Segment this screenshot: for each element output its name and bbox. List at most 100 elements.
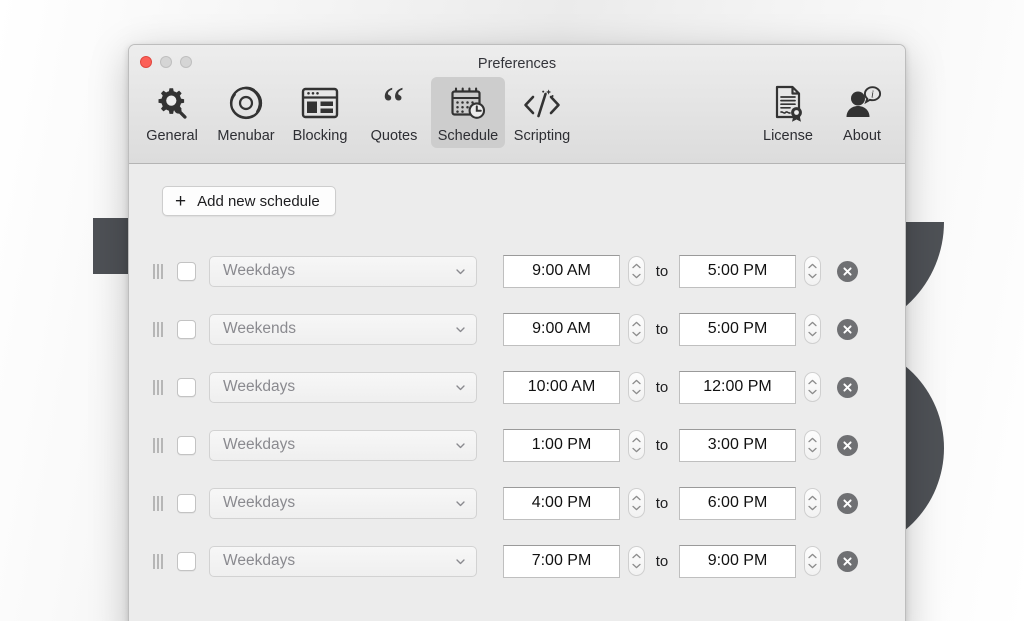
stepper-up-icon xyxy=(808,495,817,501)
end-time-field[interactable]: 3:00 PM xyxy=(679,428,796,462)
schedule-enabled-checkbox[interactable] xyxy=(177,551,196,571)
preferences-window: Preferences General Menubar Blocking “ Q… xyxy=(128,44,906,621)
start-time-field[interactable]: 4:00 PM xyxy=(503,486,620,520)
schedule-enabled-checkbox[interactable] xyxy=(177,377,196,397)
days-dropdown-value: Weekends xyxy=(223,320,296,337)
window-layout-icon xyxy=(297,83,343,125)
delete-schedule-button[interactable] xyxy=(837,434,858,456)
quote-marks-icon: “ xyxy=(382,76,406,132)
delete-schedule-button[interactable] xyxy=(837,550,858,572)
schedule-row: Weekdays 9:00 AM to 5:00 PM xyxy=(129,242,905,300)
days-dropdown[interactable]: Weekdays xyxy=(209,545,477,577)
tab-schedule-label: Schedule xyxy=(437,128,499,144)
drag-handle-icon[interactable] xyxy=(153,553,169,569)
start-time-field[interactable]: 9:00 AM xyxy=(503,254,620,288)
certificate-icon xyxy=(765,83,811,125)
window-chrome: Preferences General Menubar Blocking “ Q… xyxy=(129,45,905,164)
delete-schedule-button[interactable] xyxy=(837,376,858,398)
end-time-stepper[interactable] xyxy=(804,488,821,518)
stepper-up-icon xyxy=(632,495,641,501)
close-icon xyxy=(843,556,852,566)
start-time-stepper[interactable] xyxy=(628,546,645,576)
schedule-pane: + Add new schedule Weekdays 9:00 AM to 5… xyxy=(129,164,905,621)
days-dropdown[interactable]: Weekdays xyxy=(209,371,477,403)
stepper-up-icon xyxy=(632,321,641,327)
add-new-schedule-button[interactable]: + Add new schedule xyxy=(162,186,336,216)
end-time-field[interactable]: 5:00 PM xyxy=(679,312,796,346)
plus-icon: + xyxy=(175,190,187,212)
schedule-row: Weekends 9:00 AM to 5:00 PM xyxy=(129,300,905,358)
stepper-up-icon xyxy=(632,553,641,559)
start-time-field[interactable]: 10:00 AM xyxy=(503,370,620,404)
stepper-down-icon xyxy=(808,331,817,337)
tab-menubar[interactable]: Menubar xyxy=(209,77,283,148)
schedule-enabled-checkbox[interactable] xyxy=(177,493,196,513)
tab-quotes[interactable]: “ Quotes xyxy=(357,77,431,148)
tab-general-label: General xyxy=(146,128,198,144)
drag-handle-icon[interactable] xyxy=(153,437,169,453)
schedule-enabled-checkbox[interactable] xyxy=(177,319,196,339)
end-time-stepper[interactable] xyxy=(804,546,821,576)
end-time-stepper[interactable] xyxy=(804,430,821,460)
end-time-field[interactable]: 5:00 PM xyxy=(679,254,796,288)
start-time-stepper[interactable] xyxy=(628,314,645,344)
tab-blocking[interactable]: Blocking xyxy=(283,77,357,148)
close-icon xyxy=(843,498,852,508)
tab-blocking-label: Blocking xyxy=(292,128,348,144)
window-title: Preferences xyxy=(477,56,557,72)
drag-handle-icon[interactable] xyxy=(153,495,169,511)
tab-quotes-label: Quotes xyxy=(370,128,418,144)
start-time-stepper[interactable] xyxy=(628,372,645,402)
days-dropdown[interactable]: Weekdays xyxy=(209,429,477,461)
days-dropdown-value: Weekdays xyxy=(223,262,296,279)
end-time-field[interactable]: 12:00 PM xyxy=(679,370,796,404)
end-time-stepper[interactable] xyxy=(804,256,821,286)
start-time-stepper[interactable] xyxy=(628,256,645,286)
stepper-up-icon xyxy=(808,437,817,443)
toolbar-left-group: General Menubar Blocking “ Quotes Schedu… xyxy=(135,77,579,148)
person-info-icon: i xyxy=(839,83,885,125)
stepper-down-icon xyxy=(808,563,817,569)
tab-general[interactable]: General xyxy=(135,77,209,148)
delete-schedule-button[interactable] xyxy=(837,492,858,514)
delete-schedule-button[interactable] xyxy=(837,318,858,340)
end-time-stepper[interactable] xyxy=(804,372,821,402)
add-new-schedule-label: Add new schedule xyxy=(197,192,320,210)
start-time-field[interactable]: 1:00 PM xyxy=(503,428,620,462)
tab-schedule[interactable]: Schedule xyxy=(431,77,505,148)
schedule-enabled-checkbox[interactable] xyxy=(177,435,196,455)
chevron-down-icon xyxy=(456,500,465,506)
days-dropdown[interactable]: Weekends xyxy=(209,313,477,345)
tab-scripting[interactable]: Scripting xyxy=(505,77,579,148)
delete-schedule-button[interactable] xyxy=(837,260,858,282)
start-time-stepper[interactable] xyxy=(628,430,645,460)
close-icon xyxy=(843,324,852,334)
end-time-field[interactable]: 9:00 PM xyxy=(679,544,796,578)
tab-about[interactable]: i About xyxy=(825,77,899,148)
tab-scripting-label: Scripting xyxy=(513,128,571,144)
desktop-backdrop: Preferences General Menubar Blocking “ Q… xyxy=(0,0,1024,621)
days-dropdown[interactable]: Weekdays xyxy=(209,255,477,287)
schedule-row: Weekdays 7:00 PM to 9:00 PM xyxy=(129,532,905,590)
schedule-enabled-checkbox[interactable] xyxy=(177,261,196,281)
drag-handle-icon[interactable] xyxy=(153,321,169,337)
drag-handle-icon[interactable] xyxy=(153,379,169,395)
chevron-down-icon xyxy=(456,558,465,564)
preferences-toolbar: General Menubar Blocking “ Quotes Schedu… xyxy=(129,77,905,164)
chevron-down-icon xyxy=(456,384,465,390)
svg-text:i: i xyxy=(871,90,874,101)
tab-license[interactable]: License xyxy=(751,77,825,148)
days-dropdown-value: Weekdays xyxy=(223,378,296,395)
start-time-field[interactable]: 9:00 AM xyxy=(503,312,620,346)
drag-handle-icon[interactable] xyxy=(153,263,169,279)
days-dropdown[interactable]: Weekdays xyxy=(209,487,477,519)
start-time-field[interactable]: 7:00 PM xyxy=(503,544,620,578)
end-time-field[interactable]: 6:00 PM xyxy=(679,486,796,520)
end-time-stepper[interactable] xyxy=(804,314,821,344)
stepper-down-icon xyxy=(632,389,641,395)
stepper-down-icon xyxy=(632,447,641,453)
to-label: to xyxy=(655,494,669,512)
schedule-row: Weekdays 1:00 PM to 3:00 PM xyxy=(129,416,905,474)
start-time-stepper[interactable] xyxy=(628,488,645,518)
aperture-icon xyxy=(223,83,269,125)
